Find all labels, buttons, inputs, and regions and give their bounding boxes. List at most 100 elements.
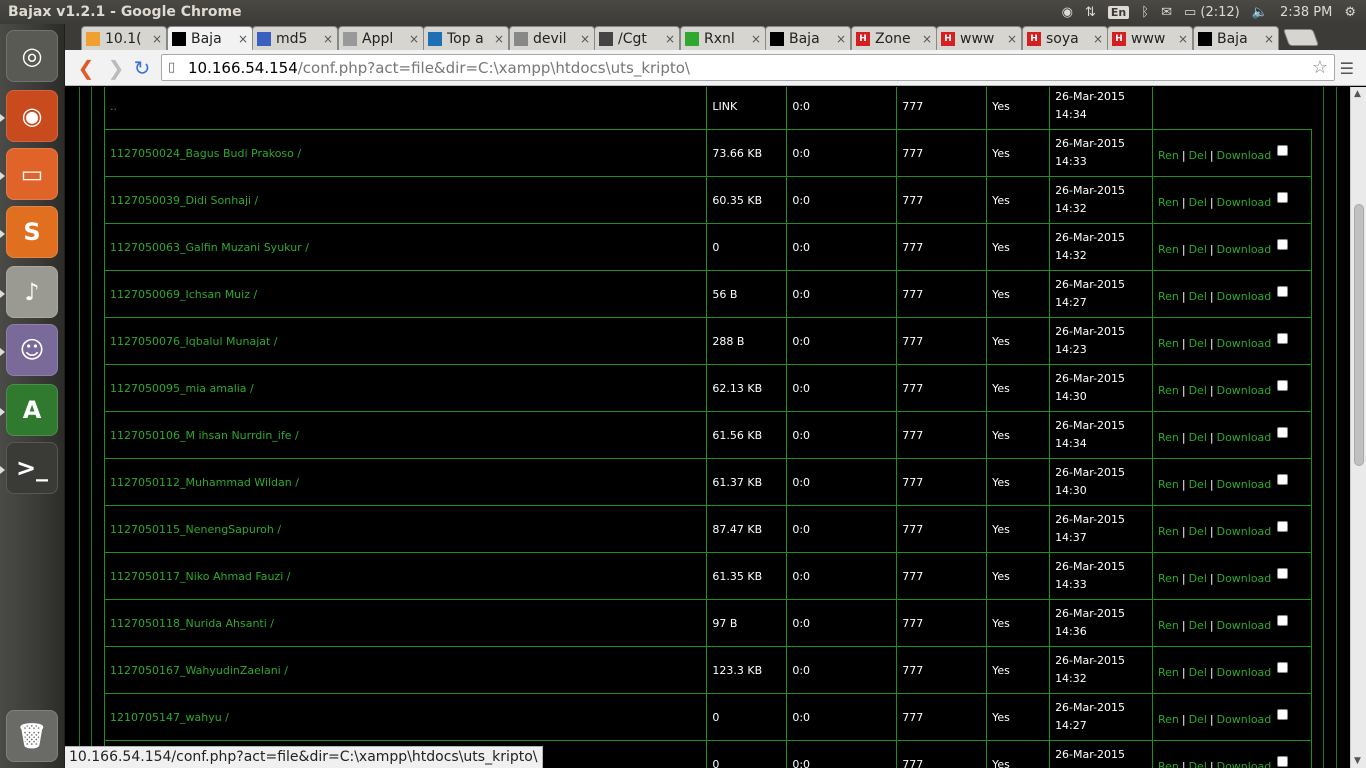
download-link[interactable]: Download <box>1217 666 1272 679</box>
select-checkbox[interactable] <box>1277 426 1289 438</box>
select-checkbox[interactable] <box>1277 379 1289 391</box>
browser-tab[interactable]: Hwww × <box>936 26 1022 50</box>
page-scrollbar[interactable]: ▲ ▼ <box>1350 87 1366 768</box>
file-name-link[interactable]: 1127050117_Niko Ahmad Fauzi / <box>110 570 290 583</box>
file-name-link[interactable]: .. <box>110 100 117 113</box>
volume-icon[interactable]: 🔈 <box>1252 5 1268 20</box>
select-checkbox[interactable] <box>1277 238 1289 250</box>
rename-link[interactable]: Ren <box>1158 478 1179 491</box>
delete-link[interactable]: Del <box>1189 619 1207 632</box>
sublime-text-icon[interactable]: S <box>6 206 58 258</box>
browser-tab[interactable]: 10.1(× <box>81 26 167 50</box>
close-tab-icon[interactable]: × <box>1093 32 1103 46</box>
close-tab-icon[interactable]: × <box>494 32 504 46</box>
close-tab-icon[interactable]: × <box>751 32 761 46</box>
file-name-link[interactable]: 1127050112_Muhammad Wildan / <box>110 476 299 489</box>
select-checkbox[interactable] <box>1277 473 1289 485</box>
select-checkbox[interactable] <box>1277 708 1289 720</box>
browser-tab[interactable]: Baja × <box>167 26 253 50</box>
select-checkbox[interactable] <box>1277 191 1289 203</box>
rename-link[interactable]: Ren <box>1158 666 1179 679</box>
scroll-up-arrow-icon[interactable]: ▲ <box>1354 89 1361 99</box>
chrome-tray-icon[interactable]: ◉ <box>1062 5 1073 20</box>
download-link[interactable]: Download <box>1217 149 1272 162</box>
delete-link[interactable]: Del <box>1189 525 1207 538</box>
rename-link[interactable]: Ren <box>1158 243 1179 256</box>
rename-link[interactable]: Ren <box>1158 196 1179 209</box>
download-link[interactable]: Download <box>1217 431 1272 444</box>
browser-tab[interactable]: Baja × <box>1193 26 1279 50</box>
download-link[interactable]: Download <box>1217 572 1272 585</box>
rename-link[interactable]: Ren <box>1158 572 1179 585</box>
download-link[interactable]: Download <box>1217 478 1272 491</box>
file-name-link[interactable]: 1127050167_WahyudinZaelani / <box>110 664 288 677</box>
delete-link[interactable]: Del <box>1189 431 1207 444</box>
download-link[interactable]: Download <box>1217 760 1272 768</box>
file-name-link[interactable]: 1127050118_Nurida Ahsanti / <box>110 617 274 630</box>
delete-link[interactable]: Del <box>1189 196 1207 209</box>
files-icon[interactable]: ▭ <box>6 148 58 200</box>
close-tab-icon[interactable]: × <box>1178 32 1188 46</box>
rename-link[interactable]: Ren <box>1158 760 1179 768</box>
delete-link[interactable]: Del <box>1189 478 1207 491</box>
download-link[interactable]: Download <box>1217 619 1272 632</box>
browser-tab[interactable]: Hsoya × <box>1022 26 1108 50</box>
file-name-link[interactable]: 1127050106_M ihsan Nurrdin_ife / <box>110 429 299 442</box>
select-checkbox[interactable] <box>1277 614 1289 626</box>
browser-tab[interactable]: Hwww × <box>1107 26 1193 50</box>
clock[interactable]: 2:38 PM <box>1280 5 1332 20</box>
rhythmbox-icon[interactable]: ♪ <box>6 266 58 318</box>
mail-icon[interactable]: ✉ <box>1161 5 1172 20</box>
select-checkbox[interactable] <box>1277 755 1289 767</box>
close-tab-icon[interactable]: × <box>323 32 333 46</box>
bookmark-star-icon[interactable]: ☆ <box>1312 57 1328 78</box>
terminal-icon[interactable]: >_ <box>6 442 58 494</box>
browser-tab[interactable]: Top a × <box>423 26 509 50</box>
delete-link[interactable]: Del <box>1189 384 1207 397</box>
keyboard-layout-indicator[interactable]: En <box>1107 5 1130 19</box>
select-checkbox[interactable] <box>1277 332 1289 344</box>
download-link[interactable]: Download <box>1217 290 1272 303</box>
chrome-icon[interactable]: ◉ <box>6 90 58 142</box>
file-name-link[interactable]: 1127050076_Iqbalul Munajat / <box>110 335 278 348</box>
file-name-link[interactable]: 1127050069_Ichsan Muiz / <box>110 288 257 301</box>
scroll-thumb[interactable] <box>1354 204 1364 466</box>
select-checkbox[interactable] <box>1277 567 1289 579</box>
download-link[interactable]: Download <box>1217 196 1272 209</box>
delete-link[interactable]: Del <box>1189 760 1207 768</box>
delete-link[interactable]: Del <box>1189 337 1207 350</box>
download-link[interactable]: Download <box>1217 243 1272 256</box>
back-button[interactable]: ❮ <box>71 53 101 83</box>
file-name-link[interactable]: 1127050115_NenengSapuroh / <box>110 523 281 536</box>
close-tab-icon[interactable]: × <box>580 32 590 46</box>
download-link[interactable]: Download <box>1217 384 1272 397</box>
scroll-down-arrow-icon[interactable]: ▼ <box>1354 756 1361 766</box>
select-checkbox[interactable] <box>1277 144 1289 156</box>
gear-icon[interactable]: ⚙ <box>1344 5 1356 20</box>
delete-link[interactable]: Del <box>1189 149 1207 162</box>
delete-link[interactable]: Del <box>1189 290 1207 303</box>
browser-tab[interactable]: Appl × <box>338 26 424 50</box>
download-link[interactable]: Download <box>1217 525 1272 538</box>
rename-link[interactable]: Ren <box>1158 619 1179 632</box>
ubuntu-dash-icon[interactable]: ◎ <box>6 30 58 82</box>
delete-link[interactable]: Del <box>1189 666 1207 679</box>
network-icon[interactable]: ⇅ <box>1085 5 1096 20</box>
browser-tab[interactable]: devil × <box>509 26 595 50</box>
rename-link[interactable]: Ren <box>1158 337 1179 350</box>
delete-link[interactable]: Del <box>1189 572 1207 585</box>
rename-link[interactable]: Ren <box>1158 290 1179 303</box>
rename-link[interactable]: Ren <box>1158 713 1179 726</box>
browser-tab[interactable]: md5 × <box>252 26 338 50</box>
file-name-link[interactable]: 1127050063_Galfin Muzani Syukur / <box>110 241 309 254</box>
delete-link[interactable]: Del <box>1189 713 1207 726</box>
select-checkbox[interactable] <box>1277 285 1289 297</box>
close-tab-icon[interactable]: × <box>1007 32 1017 46</box>
close-tab-icon[interactable]: × <box>922 32 932 46</box>
close-tab-icon[interactable]: × <box>409 32 419 46</box>
rename-link[interactable]: Ren <box>1158 384 1179 397</box>
trash-icon[interactable]: 🗑 <box>6 710 58 762</box>
file-name-link[interactable]: 1210705147_wahyu / <box>110 711 229 724</box>
file-name-link[interactable]: 1127050039_Didi Sonhaji / <box>110 194 258 207</box>
delete-link[interactable]: Del <box>1189 243 1207 256</box>
